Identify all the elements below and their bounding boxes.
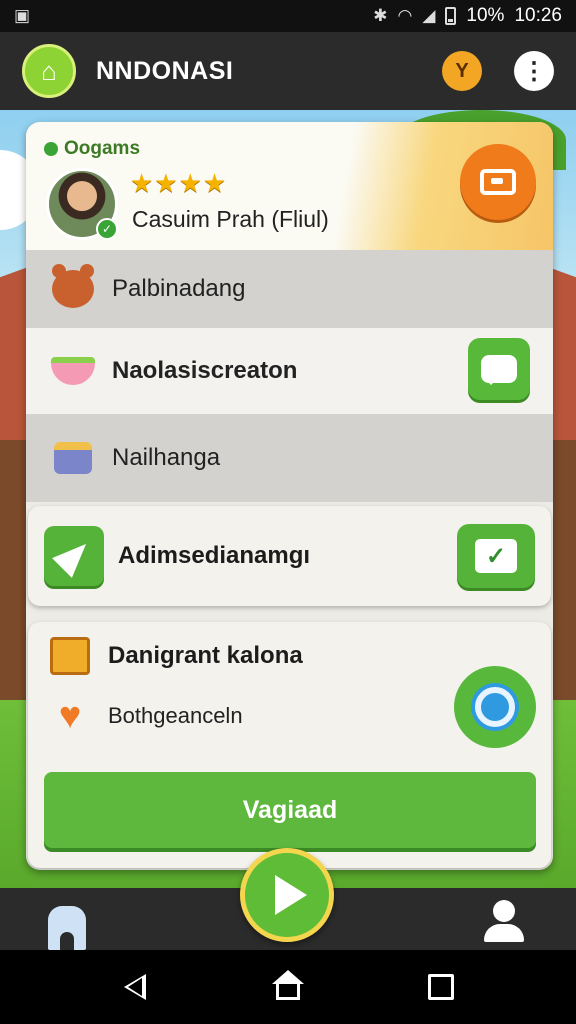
paper-plane-icon [44,526,104,586]
menu-item-1[interactable]: Palbinadang [26,250,553,328]
clock: 10:26 [514,5,562,26]
gear-icon [475,687,515,727]
profile-panel: Oogams ✓ ★★★★ Casuim Prah (Fliul) [26,122,553,250]
play-icon [275,875,307,915]
player-name: Casuim Prah (Fliul) [132,206,329,232]
system-nav-bar [0,950,576,1024]
bluetooth-icon: ✱ [373,6,388,25]
rating-stars: ★★★★ [130,168,228,198]
battery-level: 10% [466,5,505,26]
screen-icon [480,169,516,195]
bowl-icon [50,348,96,394]
back-icon[interactable] [124,974,146,1000]
lower-row-1-label: Danigrant kalona [108,642,303,669]
task-label: Adimsedianamgı [118,542,311,569]
main-card: Oogams ✓ ★★★★ Casuim Prah (Fliul) Palbin… [26,122,553,870]
checkmark-icon: ✓ [475,539,517,573]
online-dot-icon [44,142,58,156]
battery-icon [445,7,457,25]
lower-row-2[interactable]: ♥ Bothgeanceln [28,688,243,744]
lower-row-1[interactable]: Danigrant kalona [28,632,303,680]
check-button[interactable]: ✓ [457,524,535,588]
lower-row-2-label: Bothgeanceln [108,703,243,728]
trophy-icon[interactable]: Y [442,51,482,91]
menu-item-label: Nailhanga [112,444,221,471]
play-button[interactable] [240,848,334,942]
bear-icon [50,264,96,312]
bag-icon [50,435,96,481]
app-logo-icon[interactable]: ⌂ [22,44,76,98]
home-nav-icon[interactable] [48,906,86,950]
menu-item-label: Palbinadang [112,275,246,302]
chat-icon [481,355,517,385]
heart-icon: ♥ [58,695,82,737]
avatar-badge-icon: ✓ [96,218,118,240]
status-bar: ▣ ✱ ◠ ◢ 10% 10:26 [0,0,576,32]
home-icon[interactable] [272,970,304,1002]
profile-nav-icon[interactable] [484,900,524,944]
profile-heading: Oogams [44,138,140,160]
signal-icon: ◢ [422,6,436,25]
recent-apps-icon[interactable] [428,974,454,1000]
box-icon [50,637,90,675]
menu-item-label: Naolasiscreaton [112,357,298,384]
lower-card: Danigrant kalona ♥ Bothgeanceln Vagiaad [28,622,551,868]
app-title: NNDONASI [96,56,234,85]
profile-heading-text: Oogams [64,138,141,159]
chat-button[interactable] [468,338,530,400]
primary-button[interactable]: Vagiaad [44,772,536,848]
gallery-icon: ▣ [14,6,31,25]
app-bar: ⌂ NNDONASI Y ⋮ [0,32,576,110]
task-card[interactable]: Adimsedianamgı ✓ [28,506,551,606]
settings-button[interactable] [454,666,536,748]
menu-item-2[interactable]: Naolasiscreaton [26,328,553,414]
more-vert-icon[interactable]: ⋮ [514,51,554,91]
menu-item-3[interactable]: Nailhanga [26,414,553,502]
wifi-icon: ◠ [397,6,413,25]
status-right: ✱ ◠ ◢ 10% 10:26 [373,5,562,27]
screen-button[interactable] [460,144,536,220]
